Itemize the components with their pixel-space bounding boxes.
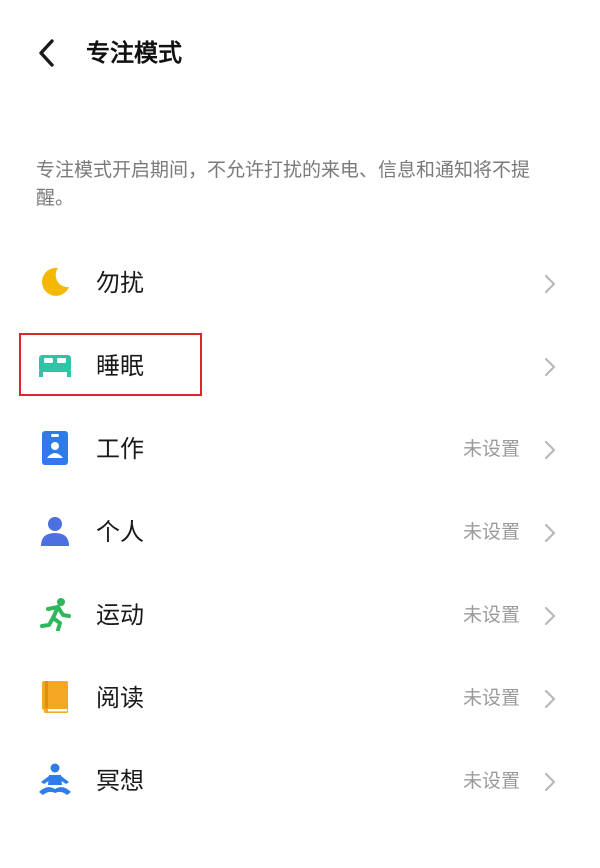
list-item-label: 运动 xyxy=(96,601,144,629)
chevron-right-icon xyxy=(544,523,556,543)
person-icon xyxy=(37,513,73,549)
list-item-status: 未设置 xyxy=(462,438,520,460)
list-item-meditation[interactable]: 冥想 未设置 xyxy=(0,740,600,823)
bed-icon xyxy=(37,347,73,383)
meditation-icon xyxy=(37,762,73,798)
chevron-right-icon xyxy=(544,772,556,792)
list-item-reading[interactable]: 阅读 未设置 xyxy=(0,657,600,740)
moon-icon xyxy=(37,264,73,300)
list-item-status: 未设置 xyxy=(462,521,520,543)
badge-icon xyxy=(37,430,73,466)
list-item-label: 个人 xyxy=(96,518,144,546)
chevron-right-icon xyxy=(544,357,556,377)
list-item-exercise[interactable]: 运动 未设置 xyxy=(0,574,600,657)
list-item-personal[interactable]: 个人 未设置 xyxy=(0,491,600,574)
book-icon xyxy=(37,679,73,715)
chevron-right-icon xyxy=(544,274,556,294)
list-item-label: 阅读 xyxy=(96,684,144,712)
list-item-label: 睡眠 xyxy=(96,352,144,380)
list-item-label: 工作 xyxy=(96,435,144,463)
list-item-status: 未设置 xyxy=(462,687,520,709)
chevron-right-icon xyxy=(544,689,556,709)
list-item-sleep[interactable]: 睡眠 xyxy=(0,325,600,408)
list-item-label: 冥想 xyxy=(96,767,144,795)
header-bar: 专注模式 xyxy=(0,0,600,110)
back-button[interactable] xyxy=(30,36,64,70)
list-item-status: 未设置 xyxy=(462,604,520,626)
chevron-right-icon xyxy=(544,606,556,626)
list-item-label: 勿扰 xyxy=(96,269,144,297)
chevron-right-icon xyxy=(544,440,556,460)
focus-mode-list: 勿扰 睡眠 工作 未设置 个人 未设置 运动 未设置 阅读 未设置 冥想 未设置 xyxy=(0,242,600,823)
chevron-left-icon xyxy=(39,39,54,67)
running-icon xyxy=(37,596,73,632)
list-item-work[interactable]: 工作 未设置 xyxy=(0,408,600,491)
description-text: 专注模式开启期间，不允许打扰的来电、信息和通知将不提醒。 xyxy=(36,159,531,209)
list-item-status: 未设置 xyxy=(462,770,520,792)
page-title: 专注模式 xyxy=(86,39,182,67)
list-item-do-not-disturb[interactable]: 勿扰 xyxy=(0,242,600,325)
